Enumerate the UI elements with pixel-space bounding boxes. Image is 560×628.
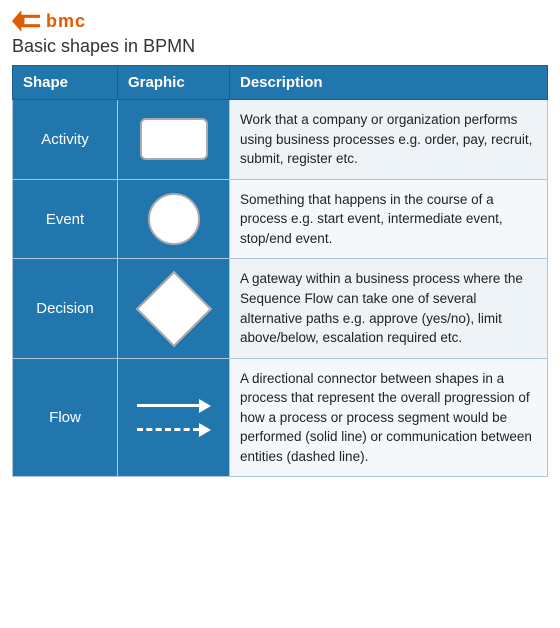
decision-graphic-container [130, 276, 217, 342]
table-header-row: Shape Graphic Description [13, 66, 548, 100]
circle-icon [148, 193, 200, 245]
desc-flow: A directional connector between shapes i… [230, 358, 548, 477]
desc-decision: A gateway within a business process wher… [230, 259, 548, 358]
rectangle-icon [140, 118, 208, 160]
logo-text: bmc [46, 11, 86, 32]
activity-graphic-container [128, 118, 219, 160]
header-description: Description [230, 66, 548, 100]
diamond-icon [135, 270, 211, 346]
graphic-activity [118, 100, 230, 180]
solid-line [137, 404, 199, 407]
logo-area: bmc [12, 10, 548, 32]
page-title: Basic shapes in BPMN [12, 36, 548, 57]
desc-activity: Work that a company or organization perf… [230, 100, 548, 180]
desc-event: Something that happens in the course of … [230, 179, 548, 259]
table-row: Flow A directi [13, 358, 548, 477]
solid-arrow-head [199, 399, 211, 413]
bmc-logo-icon [12, 10, 40, 32]
dashed-arrow-head [199, 423, 211, 437]
shape-label-activity: Activity [13, 100, 118, 180]
table-row: Activity Work that a company or organiza… [13, 100, 548, 180]
graphic-flow [118, 358, 230, 477]
flow-graphic-container [128, 391, 219, 445]
shape-label-decision: Decision [13, 259, 118, 358]
bpmn-table: Shape Graphic Description Activity Work … [12, 65, 548, 477]
dashed-arrow-icon [137, 423, 211, 437]
dashed-line [137, 428, 199, 431]
shape-label-event: Event [13, 179, 118, 259]
graphic-event [118, 179, 230, 259]
header-shape: Shape [13, 66, 118, 100]
table-row: Event Something that happens in the cour… [13, 179, 548, 259]
graphic-decision [118, 259, 230, 358]
page-wrapper: bmc Basic shapes in BPMN Shape Graphic D… [0, 0, 560, 487]
table-row: Decision A gateway within a business pro… [13, 259, 548, 358]
event-graphic-container [128, 193, 219, 245]
header-graphic: Graphic [118, 66, 230, 100]
shape-label-flow: Flow [13, 358, 118, 477]
solid-arrow-icon [137, 399, 211, 413]
